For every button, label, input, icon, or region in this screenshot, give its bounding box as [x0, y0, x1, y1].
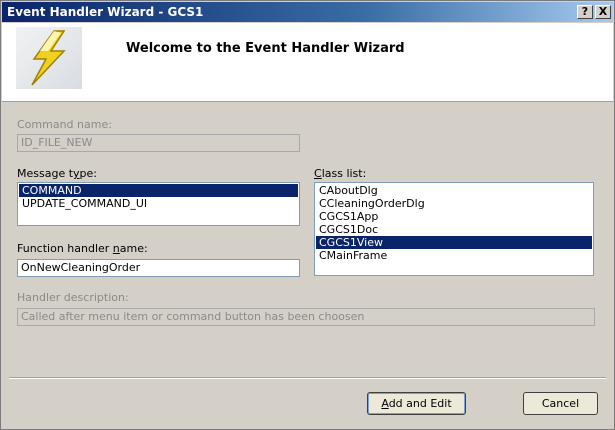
help-button[interactable]: ? [577, 5, 593, 19]
handler-description-label: Handler description: [17, 291, 129, 304]
class-list-item[interactable]: CAboutDlg [316, 184, 592, 197]
cancel-button[interactable]: Cancel [523, 392, 598, 415]
class-list[interactable]: CAboutDlg CCleaningOrderDlg CGCS1App CGC… [314, 182, 594, 276]
function-handler-label: Function handler name: [17, 242, 148, 255]
message-type-item[interactable]: COMMAND [19, 184, 298, 197]
lightning-bolt-icon [31, 30, 66, 86]
footer-divider [9, 377, 606, 379]
class-list-item[interactable]: CGCS1View [316, 236, 592, 249]
class-list-label: Class list: [314, 167, 367, 180]
class-list-item[interactable]: CMainFrame [316, 249, 592, 262]
command-name-field: ID_FILE_NEW [17, 134, 300, 152]
help-icon: ? [581, 5, 589, 18]
close-icon: X [598, 5, 608, 18]
wizard-header: Welcome to the Event Handler Wizard [2, 23, 613, 102]
command-name-label: Command name: [17, 118, 112, 131]
wizard-logo [16, 27, 82, 89]
message-type-list[interactable]: COMMAND UPDATE_COMMAND_UI [17, 182, 300, 226]
class-list-item[interactable]: CGCS1Doc [316, 223, 592, 236]
window-title: Event Handler Wizard - GCS1 [7, 5, 204, 19]
class-list-item[interactable]: CCleaningOrderDlg [316, 197, 592, 210]
class-list-item[interactable]: CGCS1App [316, 210, 592, 223]
close-button[interactable]: X [595, 5, 611, 19]
message-type-item[interactable]: UPDATE_COMMAND_UI [19, 197, 298, 210]
add-and-edit-button[interactable]: Add and Edit [367, 392, 466, 415]
event-handler-wizard-window: Event Handler Wizard - GCS1 ? X Welcome … [0, 0, 615, 430]
message-type-label: Message type: [17, 167, 98, 180]
function-handler-input[interactable]: OnNewCleaningOrder [17, 259, 300, 277]
title-bar[interactable]: Event Handler Wizard - GCS1 ? X [2, 2, 613, 22]
handler-description-field: Called after menu item or command button… [17, 308, 595, 326]
welcome-heading: Welcome to the Event Handler Wizard [126, 41, 405, 56]
